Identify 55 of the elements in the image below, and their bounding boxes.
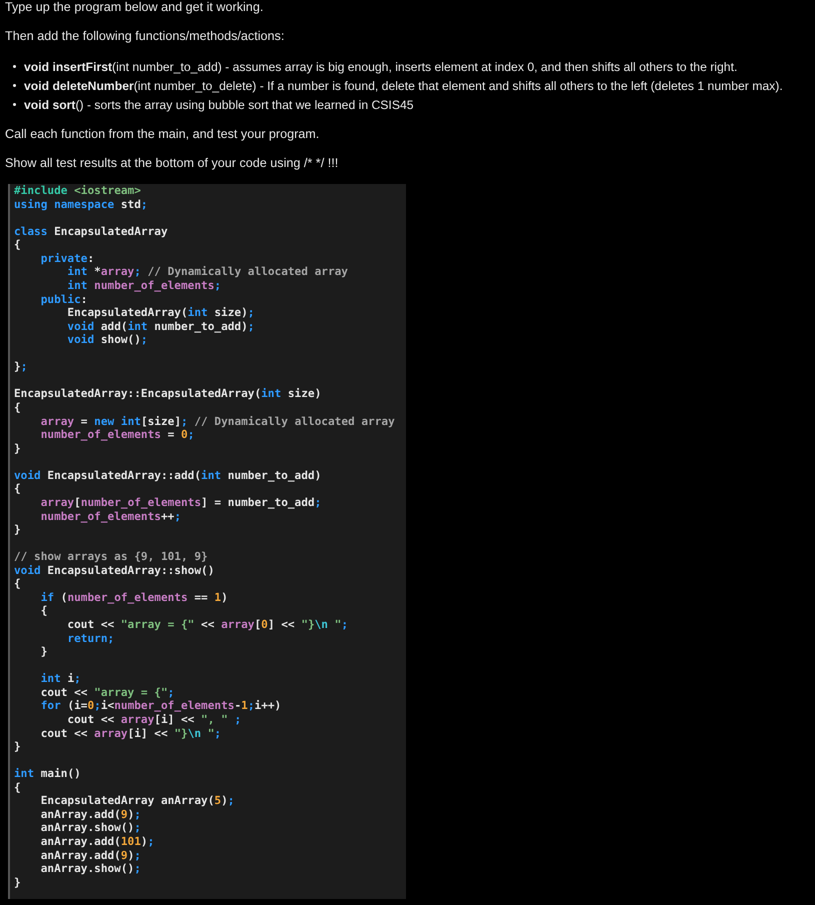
code-line: EncapsulatedArray(int size); (66, 306, 256, 320)
code-line: { (14, 401, 22, 415)
code-line: // show arrays as {9, 101, 9} (14, 550, 209, 564)
code-line: } (14, 740, 22, 754)
code-line: cout << "array = {" << array[0] << "}\n "; (66, 618, 350, 632)
code-line: EncapsulatedArray anArray(5); (40, 794, 236, 808)
code-line: { (14, 482, 22, 496)
code-line: anArray.show(); (40, 821, 142, 835)
code-line: anArray.add(9); (40, 848, 142, 862)
code-line: cout << array[i] << ", " ; (66, 712, 242, 726)
bullet-icon (13, 84, 16, 87)
code-line: for (i=0;i<number_of_elements-1;i++) (40, 699, 282, 713)
intro-text: Type up the program below and get it working. (5, 0, 264, 15)
code-line: array = new int[size]; // Dynamically allocated array (40, 414, 396, 428)
bullet-icon (13, 65, 16, 68)
call-text: Call each function from the main, and test your program. (5, 126, 320, 142)
code-line: cout << array[i] << "}\n "; (40, 726, 222, 740)
code-line: array[number_of_elements] = number_to_add; (40, 496, 322, 510)
code-line: int number_of_elements; (66, 278, 222, 292)
code-line: #include <iostream> (14, 184, 142, 198)
bullet-text: void sort() - sorts the array using bubble sort that we learned in CSIS45 (24, 98, 414, 112)
code-line: } (14, 523, 22, 537)
code-line: } (14, 442, 22, 456)
code-line: { (14, 238, 22, 252)
code-line: void EncapsulatedArray::show() (14, 564, 216, 578)
code-line: class EncapsulatedArray (14, 224, 169, 238)
bullet-text: void insertFirst(int number_to_add) - assumes array is big enough, inserts element at index 0, and then shifts all others to the right. (24, 60, 738, 74)
code-line: } (14, 876, 22, 890)
bullet-text: void deleteNumber(int number_to_delete) - If a number is found, delete that element and shifts all others to the left (deletes 1 number max). (24, 78, 783, 92)
code-line: int main() (14, 767, 82, 781)
code-line: { (14, 780, 22, 794)
code-line: cout << "array = {"; (40, 686, 176, 700)
code-line: anArray.show(); (40, 862, 142, 876)
code-line: } (40, 645, 48, 659)
code-line: anArray.add(9); (40, 808, 142, 822)
code-line: void EncapsulatedArray::add(int number_to_add) (14, 468, 322, 482)
code-line: anArray.add(101); (40, 835, 156, 849)
code-line: int i; (40, 672, 82, 686)
code-line: number_of_elements++; (40, 510, 182, 524)
code-line: { (40, 604, 48, 618)
code-line: if (number_of_elements == 1) (40, 590, 229, 604)
code-line: EncapsulatedArray::EncapsulatedArray(int size) (14, 387, 322, 401)
lead-text: Then add the following functions/methods/actions: (5, 28, 286, 44)
code-line: void add(int number_to_add); (66, 320, 256, 334)
code-line: using namespace std; (14, 198, 149, 212)
code-line: }; (14, 360, 28, 374)
code-line: return; (66, 632, 116, 646)
code-line: void show(); (66, 333, 149, 347)
code-line: private: (40, 252, 96, 266)
code-line: int *array; // Dynamically allocated array (66, 265, 349, 279)
show-text: Show all test results at the bottom of your code using /* */ !!! (5, 155, 340, 171)
code-line: number_of_elements = 0; (40, 428, 196, 442)
code-line: public: (40, 292, 88, 306)
code-line: { (14, 577, 22, 591)
bullet-icon (13, 103, 16, 106)
